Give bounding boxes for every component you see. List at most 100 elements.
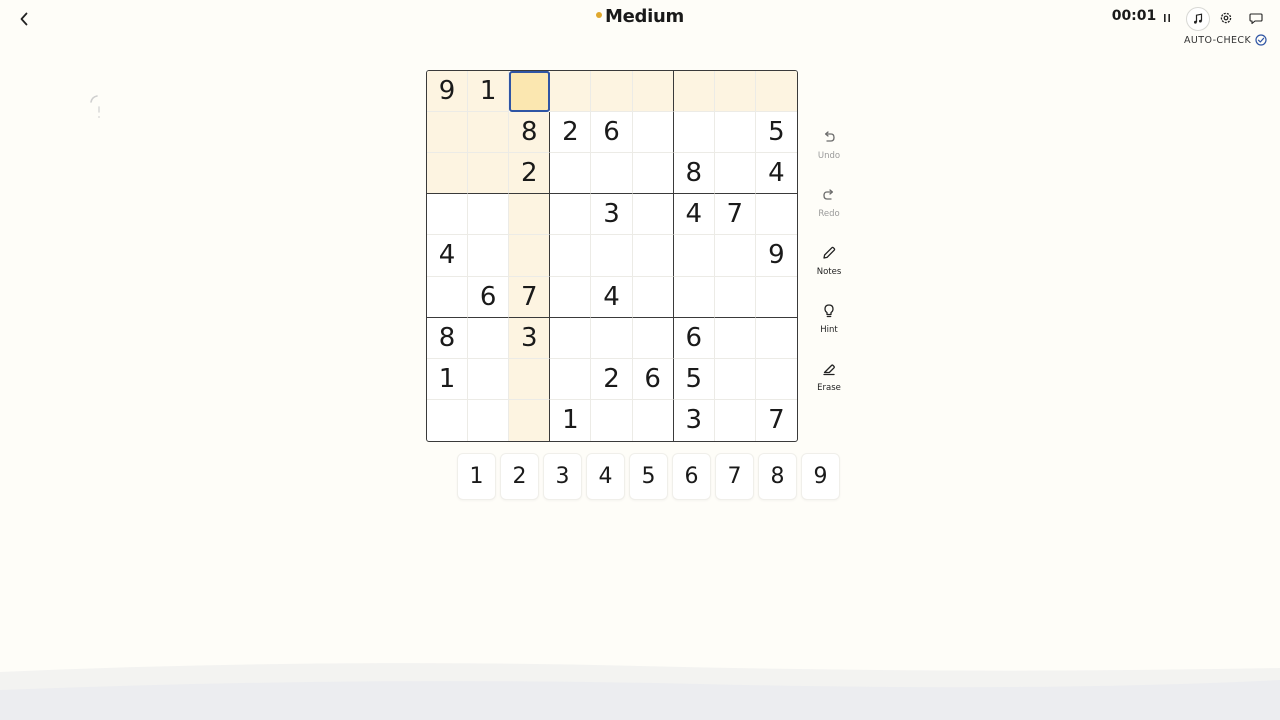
feedback-button[interactable] (1246, 9, 1266, 27)
sudoku-cell[interactable]: 8 (427, 317, 469, 359)
undo-button[interactable]: Undo (809, 125, 849, 183)
sudoku-cell[interactable]: 7 (714, 194, 756, 236)
sudoku-cell[interactable] (591, 235, 633, 277)
sudoku-cell[interactable] (468, 235, 510, 277)
sudoku-cell[interactable]: 1 (468, 71, 510, 113)
sudoku-cell[interactable] (550, 358, 592, 400)
sudoku-cell[interactable]: 4 (755, 153, 797, 195)
autocheck-toggle[interactable]: AUTO-CHECK (1184, 34, 1267, 46)
number-key-2[interactable]: 2 (500, 453, 539, 500)
sudoku-cell[interactable] (509, 399, 551, 441)
sudoku-cell[interactable]: 6 (591, 112, 633, 154)
sudoku-cell[interactable]: 3 (509, 317, 551, 359)
sudoku-cell[interactable] (468, 153, 510, 195)
number-key-1[interactable]: 1 (457, 453, 496, 500)
sudoku-cell[interactable] (755, 277, 797, 318)
number-key-7[interactable]: 7 (715, 453, 754, 500)
sudoku-cell[interactable]: 5 (673, 358, 715, 400)
sudoku-cell[interactable] (633, 399, 674, 441)
sudoku-cell[interactable] (550, 276, 592, 318)
sudoku-cell[interactable] (714, 317, 756, 359)
sudoku-cell[interactable] (509, 235, 551, 277)
sudoku-cell[interactable] (673, 276, 715, 318)
sudoku-cell[interactable] (509, 71, 551, 113)
sudoku-cell[interactable] (427, 194, 469, 236)
sudoku-cell[interactable]: 3 (591, 194, 633, 236)
sudoku-cell[interactable] (550, 71, 592, 113)
sudoku-cell[interactable]: 1 (427, 358, 469, 400)
sudoku-cell[interactable] (714, 112, 756, 154)
sudoku-cell[interactable]: 4 (427, 235, 469, 277)
sudoku-cell[interactable] (427, 399, 469, 441)
sudoku-cell[interactable] (427, 112, 469, 154)
sudoku-cell[interactable] (632, 317, 674, 359)
sudoku-cell[interactable] (468, 194, 510, 236)
sudoku-cell[interactable] (427, 276, 469, 318)
number-key-3[interactable]: 3 (543, 453, 582, 500)
sudoku-cell[interactable]: 3 (674, 399, 715, 441)
sudoku-cell[interactable] (550, 235, 592, 277)
sudoku-cell[interactable]: 7 (509, 276, 551, 318)
sudoku-cell[interactable] (468, 399, 510, 441)
sudoku-cell[interactable]: 8 (673, 153, 715, 195)
sudoku-cell[interactable]: 2 (509, 153, 551, 195)
sudoku-cell[interactable] (673, 112, 715, 154)
sudoku-cell[interactable] (591, 71, 633, 113)
sudoku-cell[interactable]: 6 (632, 358, 674, 400)
sudoku-cell[interactable] (550, 317, 592, 359)
sudoku-cell[interactable] (632, 194, 674, 236)
redo-button[interactable]: Redo (809, 183, 849, 241)
sudoku-cell[interactable] (591, 317, 633, 359)
settings-button[interactable] (1217, 9, 1235, 27)
sudoku-cell[interactable] (755, 318, 797, 359)
sudoku-cell[interactable]: 4 (673, 194, 715, 236)
number-key-9[interactable]: 9 (801, 453, 840, 500)
sudoku-cell[interactable] (509, 358, 551, 400)
hint-button[interactable]: Hint (809, 299, 849, 357)
sudoku-cell[interactable] (468, 317, 510, 359)
sudoku-cell[interactable] (632, 71, 674, 113)
sudoku-cell[interactable] (632, 276, 674, 318)
sudoku-cell[interactable]: 2 (550, 112, 592, 154)
sudoku-cell[interactable] (714, 358, 756, 400)
sudoku-cell[interactable] (714, 276, 756, 318)
sudoku-cell[interactable]: 6 (673, 317, 715, 359)
sudoku-cell[interactable]: 6 (468, 276, 510, 318)
sudoku-cell[interactable] (509, 194, 551, 236)
sudoku-cell[interactable] (755, 194, 797, 236)
sudoku-cell[interactable] (591, 399, 633, 441)
sudoku-cell[interactable] (714, 153, 756, 195)
music-button[interactable] (1186, 7, 1210, 31)
sudoku-cell[interactable] (427, 153, 469, 195)
sudoku-cell[interactable] (632, 235, 674, 277)
sudoku-cell[interactable] (550, 153, 592, 195)
sudoku-cell[interactable]: 5 (755, 112, 797, 154)
sudoku-cell[interactable]: 9 (427, 71, 469, 113)
number-key-4[interactable]: 4 (586, 453, 625, 500)
sudoku-cell[interactable] (591, 153, 633, 195)
sudoku-cell[interactable] (755, 71, 797, 113)
notes-button[interactable]: Notes (809, 241, 849, 299)
sudoku-cell[interactable] (755, 359, 797, 400)
back-button[interactable] (12, 7, 36, 31)
number-key-6[interactable]: 6 (672, 453, 711, 500)
number-key-8[interactable]: 8 (758, 453, 797, 500)
sudoku-cell[interactable] (632, 153, 674, 195)
sudoku-cell[interactable]: 9 (755, 235, 797, 277)
sudoku-cell[interactable]: 8 (509, 112, 551, 154)
sudoku-cell[interactable] (468, 112, 510, 154)
sudoku-cell[interactable]: 7 (756, 400, 797, 441)
sudoku-cell[interactable] (714, 235, 756, 277)
sudoku-cell[interactable]: 4 (591, 276, 633, 318)
number-key-5[interactable]: 5 (629, 453, 668, 500)
sudoku-cell[interactable]: 2 (591, 358, 633, 400)
sudoku-cell[interactable] (673, 71, 715, 113)
sudoku-cell[interactable] (714, 71, 756, 113)
sudoku-cell[interactable] (715, 399, 756, 441)
pause-button[interactable] (1158, 9, 1176, 27)
sudoku-cell[interactable] (673, 235, 715, 277)
sudoku-cell[interactable] (550, 194, 592, 236)
sudoku-cell[interactable]: 1 (550, 399, 592, 441)
erase-button[interactable]: Erase (809, 357, 849, 415)
sudoku-cell[interactable] (632, 112, 674, 154)
